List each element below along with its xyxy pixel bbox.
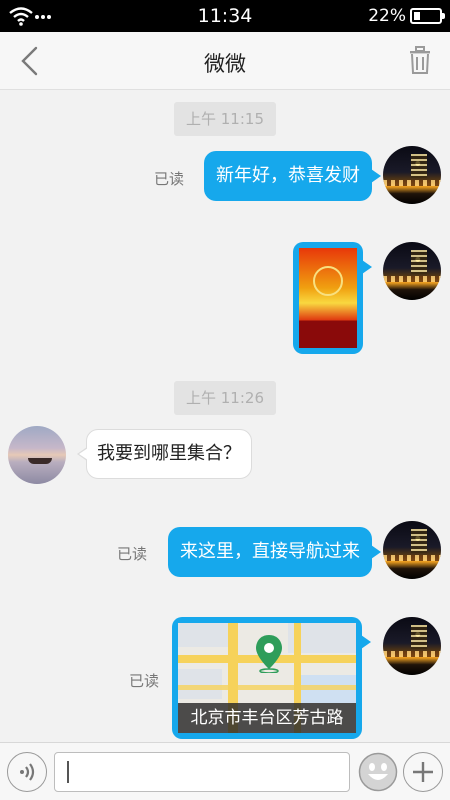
avatar-contact[interactable] (8, 426, 66, 484)
timestamp: 上午 11:15 (174, 102, 276, 136)
avatar-self[interactable] (383, 146, 441, 204)
avatar-self[interactable] (383, 242, 441, 300)
input-bar (0, 742, 450, 800)
chat-title: 微微 (204, 52, 246, 76)
avatar-self[interactable] (383, 617, 441, 675)
trash-icon[interactable] (408, 46, 432, 74)
location-map: 北京市丰台区芳古路 (178, 623, 356, 733)
message-bubble-incoming[interactable]: 我要到哪里集合？ (77, 429, 252, 479)
timestamp: 上午 11:26 (174, 381, 276, 415)
location-message-bubble[interactable]: 北京市丰台区芳古路 (172, 617, 371, 739)
red-envelope-image (299, 248, 357, 348)
voice-button[interactable] (7, 752, 47, 792)
emoji-icon[interactable] (358, 752, 398, 792)
read-receipt: 已读 (129, 672, 160, 690)
location-address: 北京市丰台区芳古路 (178, 703, 356, 733)
message-bubble-outgoing[interactable]: 来这里，直接导航过来 (168, 527, 381, 577)
battery-icon (410, 8, 445, 24)
plus-icon (413, 762, 433, 782)
text-cursor (67, 761, 69, 783)
read-receipt: 已读 (117, 545, 148, 563)
chat-header: 微微 (0, 32, 450, 90)
status-bar: 11:34 22% (0, 0, 450, 32)
message-input[interactable] (54, 752, 350, 792)
image-message-bubble[interactable] (293, 242, 372, 354)
map-pin-icon (256, 635, 282, 673)
more-options-button[interactable] (403, 752, 443, 792)
avatar-self[interactable] (383, 521, 441, 579)
battery-percentage: 22% (368, 6, 406, 26)
message-bubble-outgoing[interactable]: 新年好，恭喜发财 (204, 151, 381, 201)
read-receipt: 已读 (154, 170, 185, 188)
voice-icon (20, 763, 35, 781)
